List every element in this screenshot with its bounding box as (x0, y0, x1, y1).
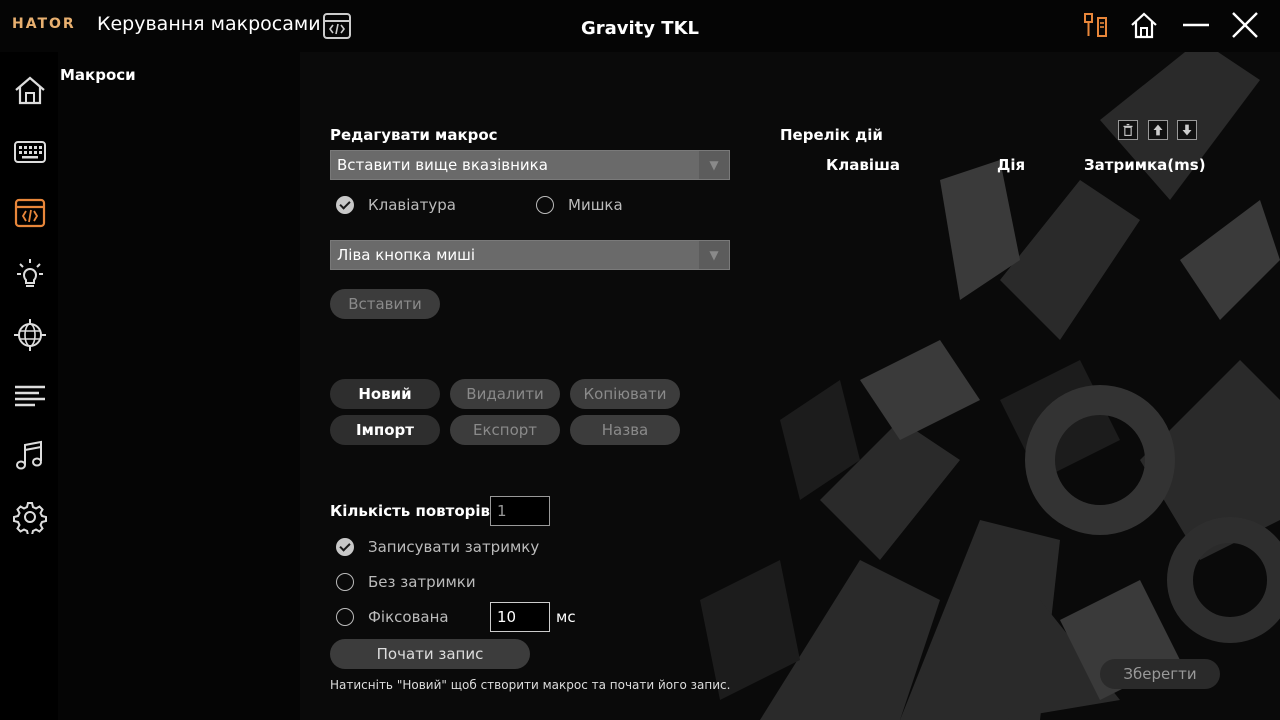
insert-mode-select[interactable]: Вставити вище вказівника ▼ (330, 150, 730, 180)
chevron-down-icon: ▼ (699, 241, 729, 269)
no-delay-radio[interactable] (336, 573, 354, 591)
action-list-heading: Перелік дій (780, 126, 883, 144)
export-macro-button[interactable]: Експорт (450, 415, 560, 445)
repeat-count-label: Кількість повторів (330, 502, 491, 520)
edit-macro-heading: Редагувати макрос (330, 126, 498, 144)
fixed-delay-radio[interactable] (336, 608, 354, 626)
lighting-icon[interactable] (13, 257, 47, 291)
keyboard-icon[interactable] (13, 135, 47, 169)
new-macro-button[interactable]: Новий (330, 379, 440, 409)
keyboard-radio[interactable] (336, 196, 354, 214)
fixed-delay-unit: мс (556, 608, 576, 626)
trash-icon[interactable] (1118, 120, 1138, 140)
hint-text: Натисніть "Новий" щоб створити макрос та… (330, 678, 731, 692)
app-title: Керування макросами (97, 13, 321, 35)
macro-list-panel: Макроси (58, 52, 300, 720)
usb-cable-icon[interactable] (1081, 10, 1111, 40)
music-icon[interactable] (13, 439, 47, 473)
mouse-radio[interactable] (536, 196, 554, 214)
title-macro-icon (323, 13, 351, 39)
no-delay-label: Без затримки (368, 573, 476, 591)
column-header-delay: Затримка(ms) (1084, 156, 1206, 174)
import-macro-button[interactable]: Імпорт (330, 415, 440, 445)
copy-macro-button[interactable]: Копіювати (570, 379, 680, 409)
rename-macro-button[interactable]: Назва (570, 415, 680, 445)
repeat-count-input[interactable]: 1 (490, 496, 550, 526)
fixed-delay-label: Фіксована (368, 608, 449, 626)
insert-mode-value: Вставити вище вказівника (337, 156, 548, 174)
move-up-icon[interactable] (1148, 120, 1168, 140)
insert-button[interactable]: Вставити (330, 289, 440, 319)
record-delay-radio[interactable] (336, 538, 354, 556)
save-button[interactable]: Зберегти (1100, 659, 1220, 689)
title-bar: HATOR Керування макросами Gravity TKL (0, 0, 1280, 52)
equalizer-icon[interactable] (13, 379, 47, 413)
home-icon[interactable] (13, 73, 47, 107)
close-icon[interactable] (1230, 10, 1260, 40)
mouse-button-value: Ліва кнопка миші (337, 246, 476, 264)
fixed-delay-input[interactable]: 10 (490, 602, 550, 632)
minimize-icon[interactable] (1181, 10, 1211, 40)
start-recording-button[interactable]: Почати запис (330, 639, 530, 669)
globe-icon[interactable] (13, 318, 47, 352)
mouse-button-select[interactable]: Ліва кнопка миші ▼ (330, 240, 730, 270)
move-down-icon[interactable] (1177, 120, 1197, 140)
mouse-radio-label: Мишка (568, 196, 623, 214)
record-delay-label: Записувати затримку (368, 538, 540, 556)
sidebar (0, 52, 58, 720)
keyboard-radio-label: Клавіатура (368, 196, 456, 214)
macro-list-title: Макроси (60, 66, 136, 84)
macro-icon[interactable] (13, 196, 47, 230)
column-header-key: Клавіша (826, 156, 901, 174)
delete-macro-button[interactable]: Видалити (450, 379, 560, 409)
column-header-action: Дія (997, 156, 1026, 174)
brand-logo: HATOR (12, 16, 76, 32)
settings-icon[interactable] (13, 500, 47, 534)
chevron-down-icon: ▼ (699, 151, 729, 179)
home-icon[interactable] (1129, 10, 1159, 40)
